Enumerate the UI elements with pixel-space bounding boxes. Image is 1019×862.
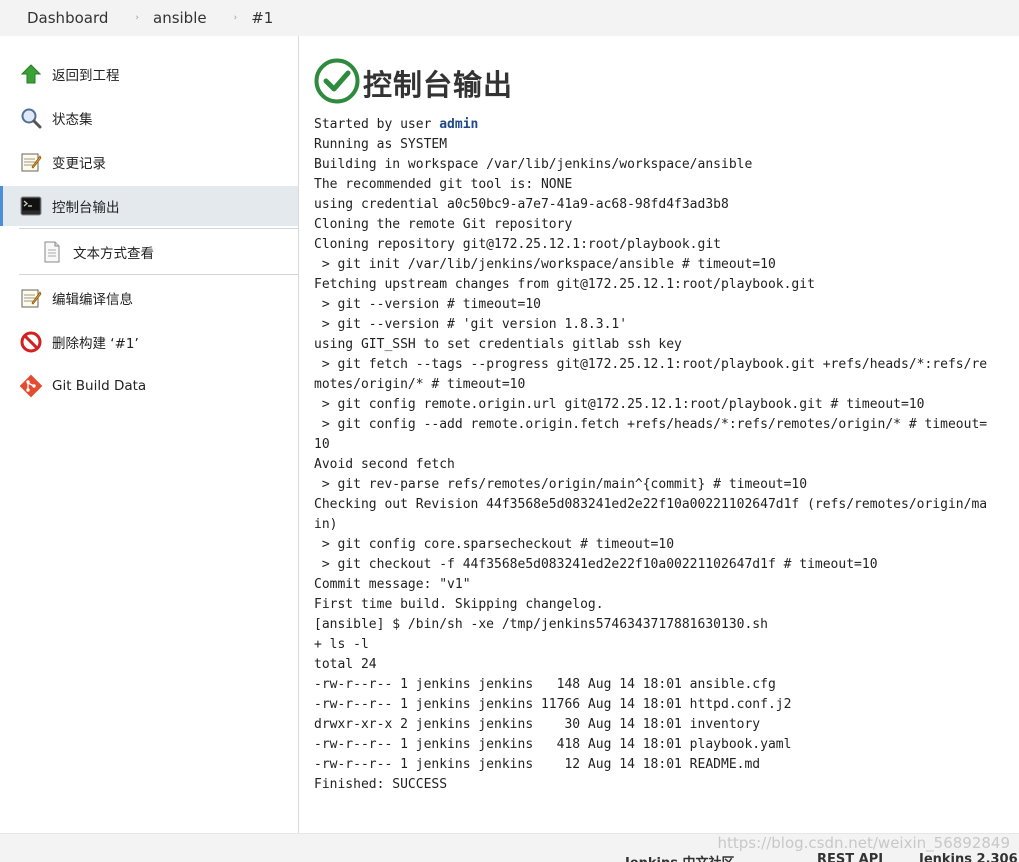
document-icon: [40, 240, 64, 264]
breadcrumb-ansible[interactable]: ansible: [153, 9, 207, 27]
sidebar-item-view-as-text[interactable]: 文本方式查看: [0, 232, 298, 272]
sidebar-item-label: 控制台输出: [52, 200, 120, 216]
sidebar-item-changes[interactable]: 变更记录: [0, 142, 298, 182]
terminal-icon: [19, 194, 43, 218]
chevron-right-icon: ›: [135, 13, 139, 23]
divider: [19, 274, 298, 275]
divider: [19, 228, 298, 229]
footer-link-rest-api[interactable]: REST API: [817, 852, 883, 862]
sidebar-item-status[interactable]: 状态集: [0, 98, 298, 138]
sidebar-item-label: 状态集: [52, 112, 93, 128]
success-check-icon: [314, 58, 360, 108]
notepad-icon: [19, 150, 43, 174]
sidebar-item-label: 编辑编译信息: [52, 292, 133, 308]
sidebar-item-delete-build[interactable]: 删除构建 ‘#1’: [0, 322, 298, 362]
notepad-edit-icon: [19, 286, 43, 310]
sidebar-item-back-to-project[interactable]: 返回到工程: [0, 54, 298, 94]
no-entry-icon: [19, 330, 43, 354]
watermark: https://blog.csdn.net/weixin_56892849: [717, 834, 1010, 852]
console-log-text: Running as SYSTEM Building in workspace …: [314, 137, 988, 792]
sidebar-item-git-build-data[interactable]: Git Build Data: [0, 366, 298, 406]
console-output: Started by user admin Running as SYSTEM …: [314, 115, 994, 795]
sidebar-item-edit-build-info[interactable]: 编辑编译信息: [0, 278, 298, 318]
sidebar-item-label: 删除构建 ‘#1’: [52, 336, 139, 352]
up-arrow-icon: [19, 62, 43, 86]
user-link-admin[interactable]: admin: [439, 117, 478, 132]
breadcrumb-build[interactable]: #1: [251, 9, 273, 27]
sidebar-item-label: 文本方式查看: [73, 246, 154, 262]
page-title: 控制台输出: [314, 58, 513, 108]
sidebar-item-label: Git Build Data: [52, 378, 147, 394]
chevron-right-icon: ›: [233, 13, 238, 23]
sidebar: 返回到工程 状态集 变更记录 控制台输出 文本方式查看 编辑编译信息 删除构建 …: [0, 36, 299, 833]
sidebar-item-console-output[interactable]: 控制台输出: [0, 186, 298, 226]
footer: Jenkins 中文社区 REST API Jenkins 2.306 http…: [0, 833, 1019, 862]
breadcrumb-dashboard[interactable]: Dashboard: [27, 9, 108, 27]
git-icon: [19, 374, 43, 398]
console-started-by: Started by user: [314, 117, 440, 132]
magnifier-icon: [19, 106, 43, 130]
sidebar-item-label: 变更记录: [52, 156, 106, 172]
footer-link-community[interactable]: Jenkins 中文社区: [625, 852, 735, 862]
breadcrumb: Dashboard › ansible › #1: [0, 0, 1019, 36]
page-title-text: 控制台输出: [363, 68, 514, 102]
footer-link-version[interactable]: Jenkins 2.306: [919, 852, 1018, 862]
sidebar-item-label: 返回到工程: [52, 68, 120, 84]
